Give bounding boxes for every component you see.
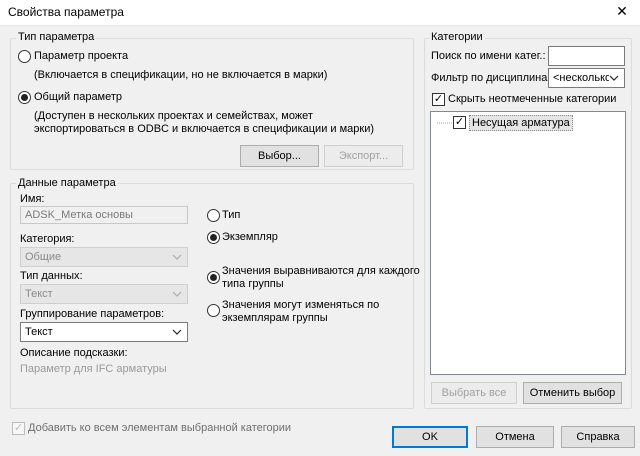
name-field[interactable]: ADSK_Метка основы [20, 206, 188, 224]
chevron-down-icon [172, 329, 182, 335]
hide-unchecked-label[interactable]: Скрыть неотмеченные категории [448, 93, 616, 105]
chevron-down-icon [609, 75, 619, 81]
discipline-filter-select[interactable]: <несколько> [548, 68, 625, 88]
grouping-select[interactable]: Текст [20, 322, 188, 342]
type-radio[interactable] [207, 209, 220, 222]
select-button[interactable]: Выбор... [240, 145, 319, 167]
category-select[interactable]: Общие [20, 247, 188, 267]
shared-param-radio[interactable] [18, 91, 31, 104]
hide-unchecked-checkbox[interactable]: ✓ [432, 93, 445, 106]
chevron-down-icon [172, 291, 182, 297]
vary-by-instance-radio[interactable] [207, 304, 220, 317]
ok-button[interactable]: OK [392, 426, 468, 448]
align-per-group-label-1[interactable]: Значения выравниваются для каждого [222, 265, 420, 277]
grouping-label: Группирование параметров: [20, 308, 165, 320]
tree-item-checkbox[interactable]: ✓ [453, 116, 466, 129]
vary-by-instance-label-2[interactable]: экземплярам группы [222, 312, 328, 324]
vary-by-instance-label-1[interactable]: Значения могут изменяться по [222, 299, 379, 311]
close-icon[interactable]: ✕ [614, 3, 630, 19]
datatype-label: Тип данных: [20, 270, 83, 282]
add-to-all-label[interactable]: Добавить ко всем элементам выбранной кат… [28, 422, 291, 434]
align-per-group-label-2[interactable]: типа группы [222, 278, 284, 290]
project-param-radio[interactable] [18, 50, 31, 63]
add-to-all-checkbox[interactable]: ✓ [12, 422, 25, 435]
discipline-filter-label: Фильтр по дисциплинам: [431, 72, 558, 84]
project-param-desc: (Включается в спецификации, но не включа… [34, 69, 328, 81]
window-title: Свойства параметра [8, 5, 124, 19]
type-label[interactable]: Тип [222, 209, 240, 221]
export-button[interactable]: Экспорт... [324, 145, 403, 167]
shared-param-desc-1: (Доступен в нескольких проектах и семейс… [34, 110, 313, 122]
category-tree[interactable]: ✓ Несущая арматура [430, 111, 626, 375]
tree-item-label[interactable]: Несущая арматура [469, 115, 573, 131]
select-all-button[interactable]: Выбрать все [431, 382, 517, 404]
deselect-all-button[interactable]: Отменить выбор [523, 382, 622, 404]
cancel-button[interactable]: Отмена [476, 426, 554, 448]
discipline-filter-value: <несколько> [553, 72, 609, 84]
name-label: Имя: [20, 193, 45, 205]
param-data-legend: Данные параметра [16, 177, 118, 189]
datatype-value: Текст [25, 288, 53, 300]
param-type-legend: Тип параметра [16, 31, 97, 43]
grouping-value: Текст [25, 326, 53, 338]
instance-label[interactable]: Экземпляр [222, 231, 278, 243]
shared-param-label[interactable]: Общий параметр [34, 91, 122, 103]
category-search-input[interactable] [548, 46, 625, 66]
shared-param-desc-2: экспортироваться в ODBC и включается в с… [34, 123, 375, 135]
category-value: Общие [25, 251, 62, 263]
align-per-group-radio[interactable] [207, 271, 220, 284]
tooltip-label: Описание подсказки: [20, 347, 128, 359]
category-label: Категория: [20, 233, 75, 245]
project-param-label[interactable]: Параметр проекта [34, 50, 128, 62]
instance-radio[interactable] [207, 231, 220, 244]
tooltip-value[interactable]: Параметр для IFC арматуры [20, 363, 167, 375]
categories-legend: Категории [429, 31, 485, 43]
category-search-label: Поиск по имени катег.: [431, 50, 546, 62]
chevron-down-icon [172, 254, 182, 260]
datatype-select[interactable]: Текст [20, 284, 188, 304]
help-button[interactable]: Справка [561, 426, 635, 448]
